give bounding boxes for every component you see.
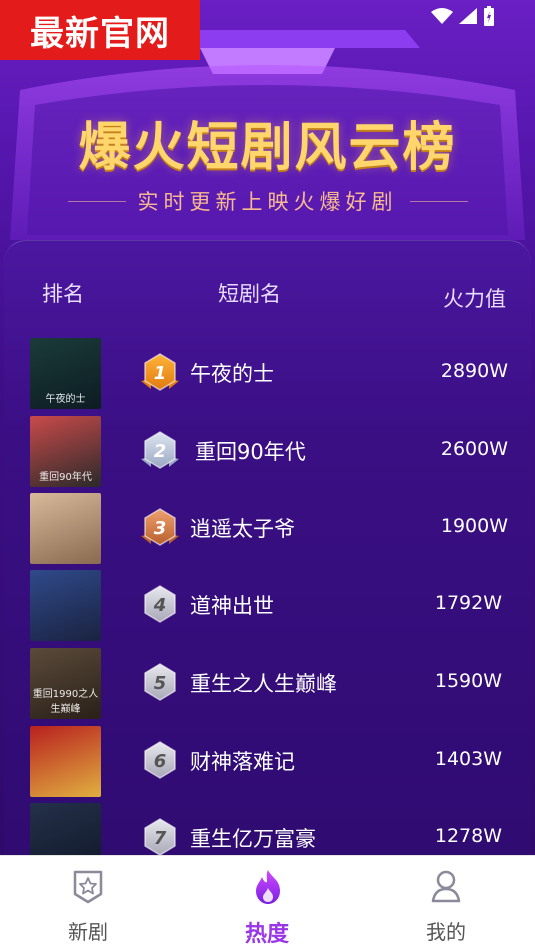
subtitle-row: 实时更新上映火爆好剧: [0, 186, 535, 216]
drama-title[interactable]: 午夜的士: [190, 358, 274, 388]
drama-title[interactable]: 重回90年代: [195, 436, 306, 466]
rank-medal-icon: 2: [141, 431, 179, 469]
star-shield-icon: [73, 870, 103, 904]
wifi-icon: [431, 8, 453, 24]
ranking-row[interactable]: 6 财神落难记 1403W: [0, 726, 535, 802]
drama-cover-thumbnail[interactable]: 重回90年代: [30, 416, 101, 487]
tab-new-label: 新剧: [68, 920, 108, 944]
rank-medal-icon: 1: [141, 353, 179, 391]
page-subtitle: 实时更新上映火爆好剧: [137, 190, 398, 214]
drama-title[interactable]: 重生亿万富豪: [190, 823, 316, 853]
rank-number: 2: [154, 441, 167, 462]
cover-caption: 午夜的士: [45, 394, 86, 405]
flame-icon: [256, 870, 280, 904]
watermark-badge: 最新官网: [0, 0, 200, 60]
header-name: 短剧名: [218, 282, 281, 306]
drama-cover-thumbnail[interactable]: [30, 493, 101, 564]
heat-value: 1403W: [434, 748, 502, 770]
ranking-row[interactable]: 重回1990之人生巅峰 5 重生之人生巅峰 1590W: [0, 648, 535, 724]
rank-number: 1: [154, 363, 167, 384]
rank-hexagon-icon: 4: [144, 585, 176, 623]
ranking-row[interactable]: 4 道神出世 1792W: [0, 570, 535, 646]
divider: [409, 200, 468, 202]
drama-title[interactable]: 重生之人生巅峰: [190, 668, 337, 698]
user-icon: [431, 870, 461, 903]
battery-icon: [484, 6, 494, 26]
tab-hot[interactable]: 热度: [207, 856, 327, 952]
cover-caption: 重回1990之人生巅峰: [32, 689, 99, 715]
drama-title[interactable]: 逍遥太子爷: [190, 513, 295, 543]
rank-hexagon-icon: 5: [144, 663, 176, 701]
header-rank: 排名: [42, 282, 84, 306]
ranking-row[interactable]: 3 逍遥太子爷 1900W: [0, 493, 535, 569]
rank-number: 4: [153, 595, 167, 616]
rank-number: 3: [154, 518, 167, 539]
cover-caption: 重回90年代: [39, 472, 92, 483]
drama-title[interactable]: 财神落难记: [190, 746, 295, 776]
heat-value: 1590W: [434, 670, 502, 692]
rank-number: 6: [154, 751, 167, 772]
drama-cover-thumbnail[interactable]: 重回1990之人生巅峰: [30, 648, 101, 719]
rank-hexagon-icon: 7: [144, 818, 176, 856]
rank-number: 7: [154, 828, 167, 849]
tab-hot-label: 热度: [244, 922, 289, 947]
signal-icon: [459, 8, 477, 24]
drama-cover-thumbnail[interactable]: 午夜的士: [30, 338, 101, 409]
tab-new[interactable]: 新剧: [28, 856, 148, 952]
ranking-row[interactable]: 重回90年代 2 重回90年代 2600W: [0, 416, 535, 492]
rank-number: 5: [154, 673, 167, 694]
drama-title[interactable]: 道神出世: [190, 590, 274, 620]
system-icons: [431, 6, 495, 26]
page-title: 爆火短剧风云榜: [78, 118, 457, 178]
heat-value: 2890W: [440, 360, 508, 382]
heat-value: 1792W: [434, 592, 502, 614]
heat-value: 1278W: [434, 825, 502, 847]
tab-mine[interactable]: 我的: [386, 856, 506, 952]
bottom-tab-bar: 新剧 热度 我的: [0, 855, 535, 952]
heat-value: 2600W: [440, 438, 508, 460]
ranking-row[interactable]: 午夜的士 1 午夜的士 2890W: [0, 338, 535, 414]
rank-medal-icon: 3: [141, 508, 179, 546]
divider: [67, 200, 126, 202]
rank-hexagon-icon: 6: [144, 741, 176, 779]
tab-mine-label: 我的: [426, 920, 466, 944]
header-heat: 火力值: [443, 287, 506, 311]
heat-value: 1900W: [440, 515, 508, 537]
drama-cover-thumbnail[interactable]: [30, 726, 101, 797]
drama-cover-thumbnail[interactable]: [30, 570, 101, 641]
